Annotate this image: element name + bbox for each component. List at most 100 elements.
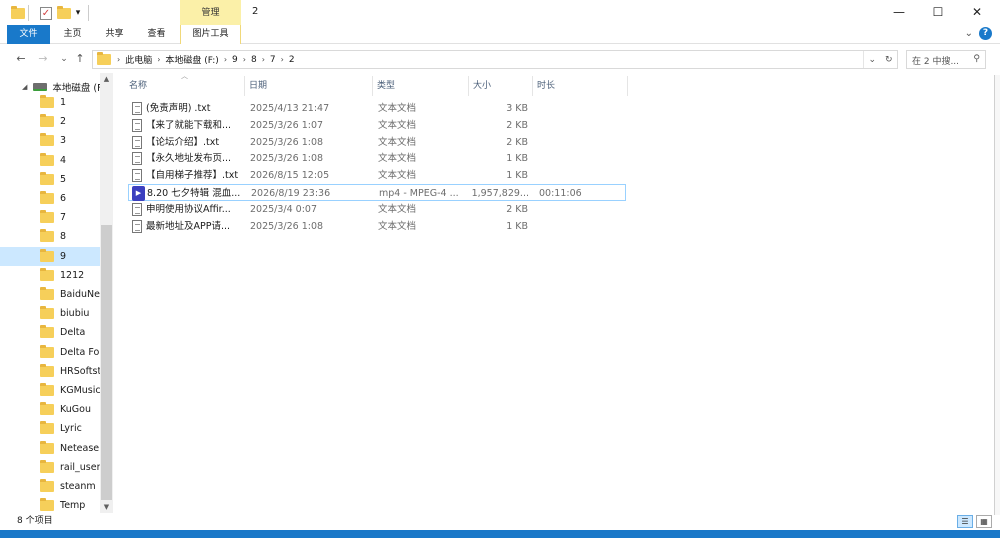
nav-folder-item[interactable]: 6 — [0, 189, 100, 208]
scrollbar-thumb[interactable] — [101, 225, 112, 500]
breadcrumb-2[interactable]: 2 — [284, 55, 300, 65]
new-folder-icon[interactable] — [56, 5, 72, 21]
nav-folder-item[interactable]: 1 — [0, 93, 100, 112]
nav-folder-label: steanm — [60, 481, 96, 492]
maximize-button[interactable]: ☐ — [919, 0, 957, 25]
search-icon: ⚲ — [973, 54, 980, 64]
file-row[interactable]: 【自用梯子推荐】.txt 2026/8/15 12:05 文本文档 1 KB — [128, 167, 626, 184]
forward-button[interactable]: → — [36, 51, 50, 67]
ribbon-right: ⌄ ? — [965, 27, 992, 40]
navigation-pane: ◢ 本地磁盘 (F 1 2 3 4 5 6 7 8 9 1212 BaiduNet biubiu Del… — [0, 73, 113, 513]
properties-icon[interactable]: ✓ — [38, 5, 54, 21]
refresh-icon[interactable]: ↻ — [885, 55, 893, 65]
title-bar: ✓ ▾ 管理 2 — ☐ ✕ — [0, 0, 1000, 25]
breadcrumb-9[interactable]: 9 — [227, 55, 243, 65]
tab-view[interactable]: 查看 — [139, 25, 174, 44]
chevron-down-icon[interactable]: ◢ — [22, 83, 27, 91]
file-name: 【永久地址发布页... — [146, 153, 232, 165]
address-dropdown-icon[interactable]: ⌄ — [868, 55, 876, 65]
taskbar — [0, 530, 1000, 538]
recent-locations-button[interactable]: ⌄ — [57, 51, 71, 67]
file-type: 文本文档 — [378, 203, 417, 215]
column-type[interactable]: 类型 — [373, 76, 469, 96]
nav-folder-item[interactable]: steanm — [0, 477, 100, 496]
nav-folder-item[interactable]: 3 — [0, 131, 100, 150]
folder-icon — [40, 95, 54, 108]
column-size[interactable]: 大小 — [469, 76, 533, 96]
quick-access-dropdown-icon[interactable]: ▾ — [73, 5, 83, 21]
context-tab-manage[interactable]: 管理 — [180, 0, 241, 25]
file-row[interactable]: 【论坛介绍】.txt 2025/3/26 1:08 文本文档 2 KB — [128, 134, 626, 151]
file-type: 文本文档 — [378, 170, 417, 182]
search-input[interactable]: 在 2 中搜... ⚲ — [906, 50, 986, 69]
nav-folder-item[interactable]: Lyric — [0, 419, 100, 438]
nav-folder-item[interactable]: 1212 — [0, 266, 100, 285]
video-file-icon: ▶ — [132, 186, 145, 201]
tab-share[interactable]: 共享 — [97, 25, 132, 44]
breadcrumb-8[interactable]: 8 — [246, 55, 262, 65]
nav-folder-label: 8 — [60, 231, 67, 243]
column-name[interactable]: 名称 — [125, 76, 245, 96]
file-row[interactable]: 申明使用协议Affir... 2025/3/4 0:07 文本文档 2 KB — [128, 201, 626, 218]
nav-folder-item[interactable]: Temp — [0, 496, 100, 513]
up-button[interactable]: ↑ — [73, 51, 87, 67]
folder-icon — [40, 440, 54, 454]
folder-icon — [97, 52, 111, 65]
column-duration[interactable]: 时长 — [533, 76, 628, 96]
large-icons-view-icon[interactable]: ▦ — [976, 515, 992, 528]
file-name: 【自用梯子推荐】.txt — [146, 170, 239, 182]
file-row[interactable]: 【来了就能下载和... 2025/3/26 1:07 文本文档 2 KB — [128, 117, 626, 134]
close-button[interactable]: ✕ — [958, 0, 996, 25]
nav-folder-label: Netease — [60, 442, 100, 454]
help-icon[interactable]: ? — [979, 27, 992, 40]
nav-folder-item[interactable]: KuGou — [0, 400, 100, 419]
text-file-icon — [132, 202, 142, 216]
nav-scrollbar[interactable]: ▲ ▼ — [100, 73, 113, 513]
address-bar[interactable]: › 此电脑 › 本地磁盘 (F:) › 9 › 8 › 7 › 2 ⌄ ↻ — [92, 50, 898, 69]
scroll-down-icon[interactable]: ▼ — [100, 503, 113, 511]
tab-file[interactable]: 文件 — [7, 25, 50, 44]
nav-folder-item[interactable]: 8 — [0, 227, 100, 246]
tab-picture-tools[interactable]: 图片工具 — [180, 25, 241, 44]
scroll-up-icon[interactable]: ▲ — [100, 75, 113, 83]
file-row[interactable]: ▶ 8.20 七夕特辑 混血... 2026/8/19 23:36 mp4 - MPE… — [128, 184, 626, 201]
tab-home[interactable]: 主页 — [55, 25, 90, 44]
folder-icon — [40, 479, 54, 492]
text-file-icon — [132, 219, 142, 233]
breadcrumb-7[interactable]: 7 — [265, 55, 281, 65]
nav-folder-item[interactable]: Netease — [0, 439, 100, 458]
nav-folder-item[interactable]: Delta Fore — [0, 343, 100, 362]
nav-folder-label: rail_user_ — [60, 461, 100, 473]
folder-icon — [40, 152, 54, 166]
folder-icon — [40, 248, 54, 262]
folder-icon — [40, 287, 54, 300]
column-date[interactable]: 日期 — [245, 76, 373, 96]
file-row[interactable]: 【永久地址发布页... 2025/3/26 1:08 文本文档 1 KB — [128, 150, 626, 167]
nav-folder-label: BaiduNet — [60, 289, 100, 300]
nav-folder-item[interactable]: Delta — [0, 323, 100, 342]
minimize-button[interactable]: — — [880, 0, 918, 25]
nav-folder-item[interactable]: HRSoftsto — [0, 362, 100, 381]
view-buttons: ☰ ▦ — [957, 515, 992, 528]
breadcrumb-drive-f[interactable]: 本地磁盘 (F:) — [160, 53, 223, 66]
nav-folder-item[interactable]: BaiduNet — [0, 285, 100, 304]
details-view-icon[interactable]: ☰ — [957, 515, 973, 528]
nav-folder-item[interactable]: 5 — [0, 170, 100, 189]
separator — [88, 5, 89, 21]
folder-icon — [40, 306, 54, 320]
nav-folder-item[interactable]: 7 — [0, 208, 100, 227]
file-row[interactable]: (免责声明) .txt 2025/4/13 21:47 文本文档 3 KB — [128, 100, 626, 117]
nav-folder-item[interactable]: biubiu — [0, 304, 100, 323]
nav-folder-item[interactable]: 9 — [0, 246, 100, 266]
nav-folder-item[interactable]: 2 — [0, 112, 100, 131]
file-row[interactable]: 最新地址及APP请... 2025/3/26 1:08 文本文档 1 KB — [128, 218, 626, 235]
nav-folder-item[interactable]: 4 — [0, 151, 100, 170]
back-button[interactable]: ← — [14, 51, 28, 67]
nav-folder-item[interactable]: rail_user_ — [0, 458, 100, 477]
breadcrumb-this-pc[interactable]: 此电脑 — [120, 53, 157, 66]
nav-folder-label: 1 — [60, 97, 67, 108]
nav-folder-item[interactable]: KGMusic — [0, 381, 100, 400]
nav-folder-label: 3 — [60, 135, 67, 147]
expand-ribbon-icon[interactable]: ⌄ — [965, 28, 973, 39]
file-name: 【论坛介绍】.txt — [146, 136, 220, 148]
